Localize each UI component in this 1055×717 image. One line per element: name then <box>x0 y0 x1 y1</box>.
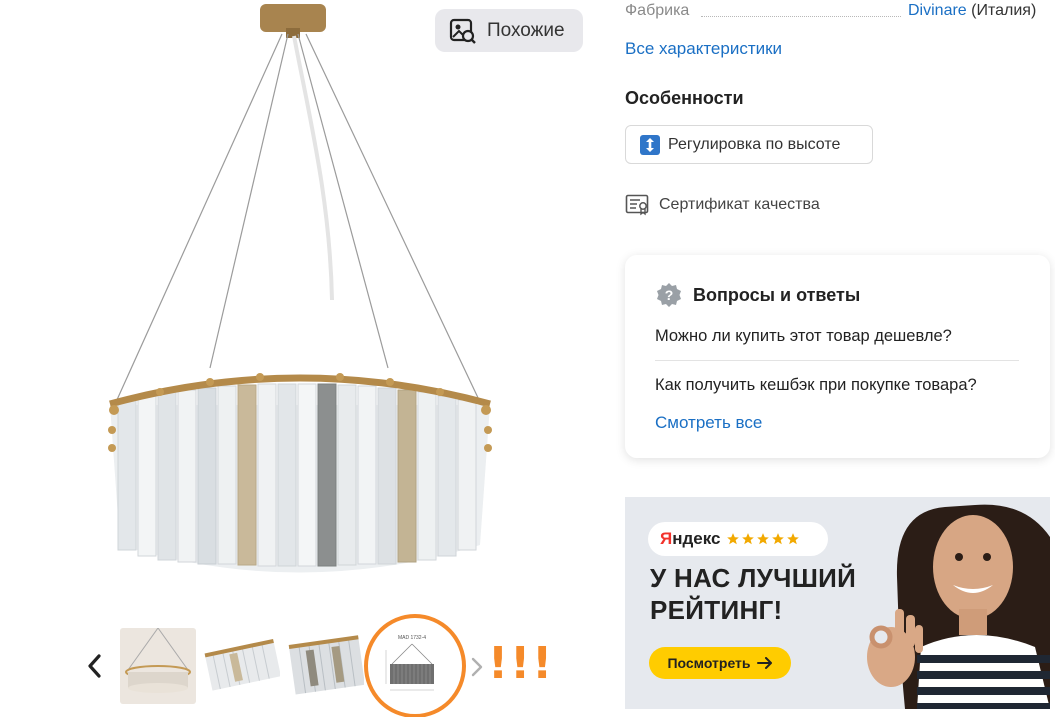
star-icon <box>772 533 785 545</box>
qa-see-all-link[interactable]: Смотреть все <box>655 413 762 433</box>
qa-divider <box>655 360 1019 361</box>
yandex-logo: Яндекс <box>660 529 721 548</box>
yandex-rating-pill: Яндекс <box>648 522 828 556</box>
features-title: Особенности <box>625 88 744 108</box>
qa-card: ? Вопросы и ответы Можно ли купить этот … <box>625 255 1050 458</box>
qa-question-2[interactable]: Как получить кешбэк при покупке товара? <box>655 376 977 395</box>
qa-title: Вопросы и ответы <box>693 284 861 305</box>
thumbnail-strip: MAD 1732-4 !!! <box>80 614 552 717</box>
country-text: (Италия) <box>971 2 1037 19</box>
thumbnail-4-drawing[interactable]: MAD 1732-4 <box>376 630 448 702</box>
star-icon <box>787 533 800 545</box>
similar-products-label: Похожие <box>487 19 565 41</box>
thumbnail-image <box>204 638 280 691</box>
product-gallery: Похожие MAD 1732-4 !!! <box>0 0 600 717</box>
quality-certificate[interactable]: Сертификат качества <box>625 192 820 218</box>
thumbnail-1[interactable] <box>120 628 196 704</box>
up-down-arrow-icon <box>640 134 660 155</box>
chevron-left-icon[interactable] <box>84 652 106 680</box>
rating-stars <box>726 532 800 546</box>
spec-row-factory: Фабрика Divinare (Италия) <box>625 2 1055 24</box>
qa-header: ? Вопросы и ответы <box>655 281 860 309</box>
smiling-woman-photo <box>867 504 1050 709</box>
spec-dots <box>701 16 901 17</box>
all-specs-link[interactable]: Все характеристики <box>625 39 782 59</box>
ceiling-canopy <box>260 4 326 32</box>
chevron-right-icon[interactable] <box>470 656 484 678</box>
thumbnail-3[interactable] <box>288 628 364 704</box>
annotation-exclamations: !!! <box>488 638 555 689</box>
star-icon <box>757 533 770 545</box>
feature-chip-label: Регулировка по высоте <box>668 135 841 153</box>
yandex-rating-banner[interactable]: Яндекс У НАС ЛУЧШИЙ РЕЙТИНГ! Посмотреть <box>625 497 1050 709</box>
star-icon <box>742 533 755 545</box>
drawing-label: MAD 1732-4 <box>398 635 426 641</box>
spec-label: Фабрика <box>625 2 690 19</box>
qa-question-1[interactable]: Можно ли купить этот товар дешевле? <box>655 327 952 346</box>
image-search-icon <box>449 18 476 44</box>
certificate-label: Сертификат качества <box>659 196 820 213</box>
svg-text:?: ? <box>665 287 674 303</box>
feature-chip-height-adjustment[interactable]: Регулировка по высоте <box>625 125 873 164</box>
thumbnail-image <box>120 628 196 704</box>
similar-products-button[interactable]: Похожие <box>435 9 583 52</box>
banner-button-label: Посмотреть <box>667 655 751 671</box>
question-badge-icon: ? <box>657 283 681 307</box>
spec-value: Divinare (Италия) <box>908 2 1036 20</box>
suspension-wires <box>115 33 481 403</box>
thumbnail-image <box>288 635 364 695</box>
banner-view-button[interactable]: Посмотреть <box>649 647 791 679</box>
brand-link[interactable]: Divinare <box>908 2 967 19</box>
star-icon <box>727 533 740 545</box>
thumbnail-image: MAD 1732-4 <box>385 635 434 691</box>
certificate-icon <box>625 194 649 216</box>
arrow-right-icon <box>756 657 772 669</box>
product-main-image[interactable] <box>100 0 500 600</box>
thumbnail-2[interactable] <box>204 628 280 704</box>
